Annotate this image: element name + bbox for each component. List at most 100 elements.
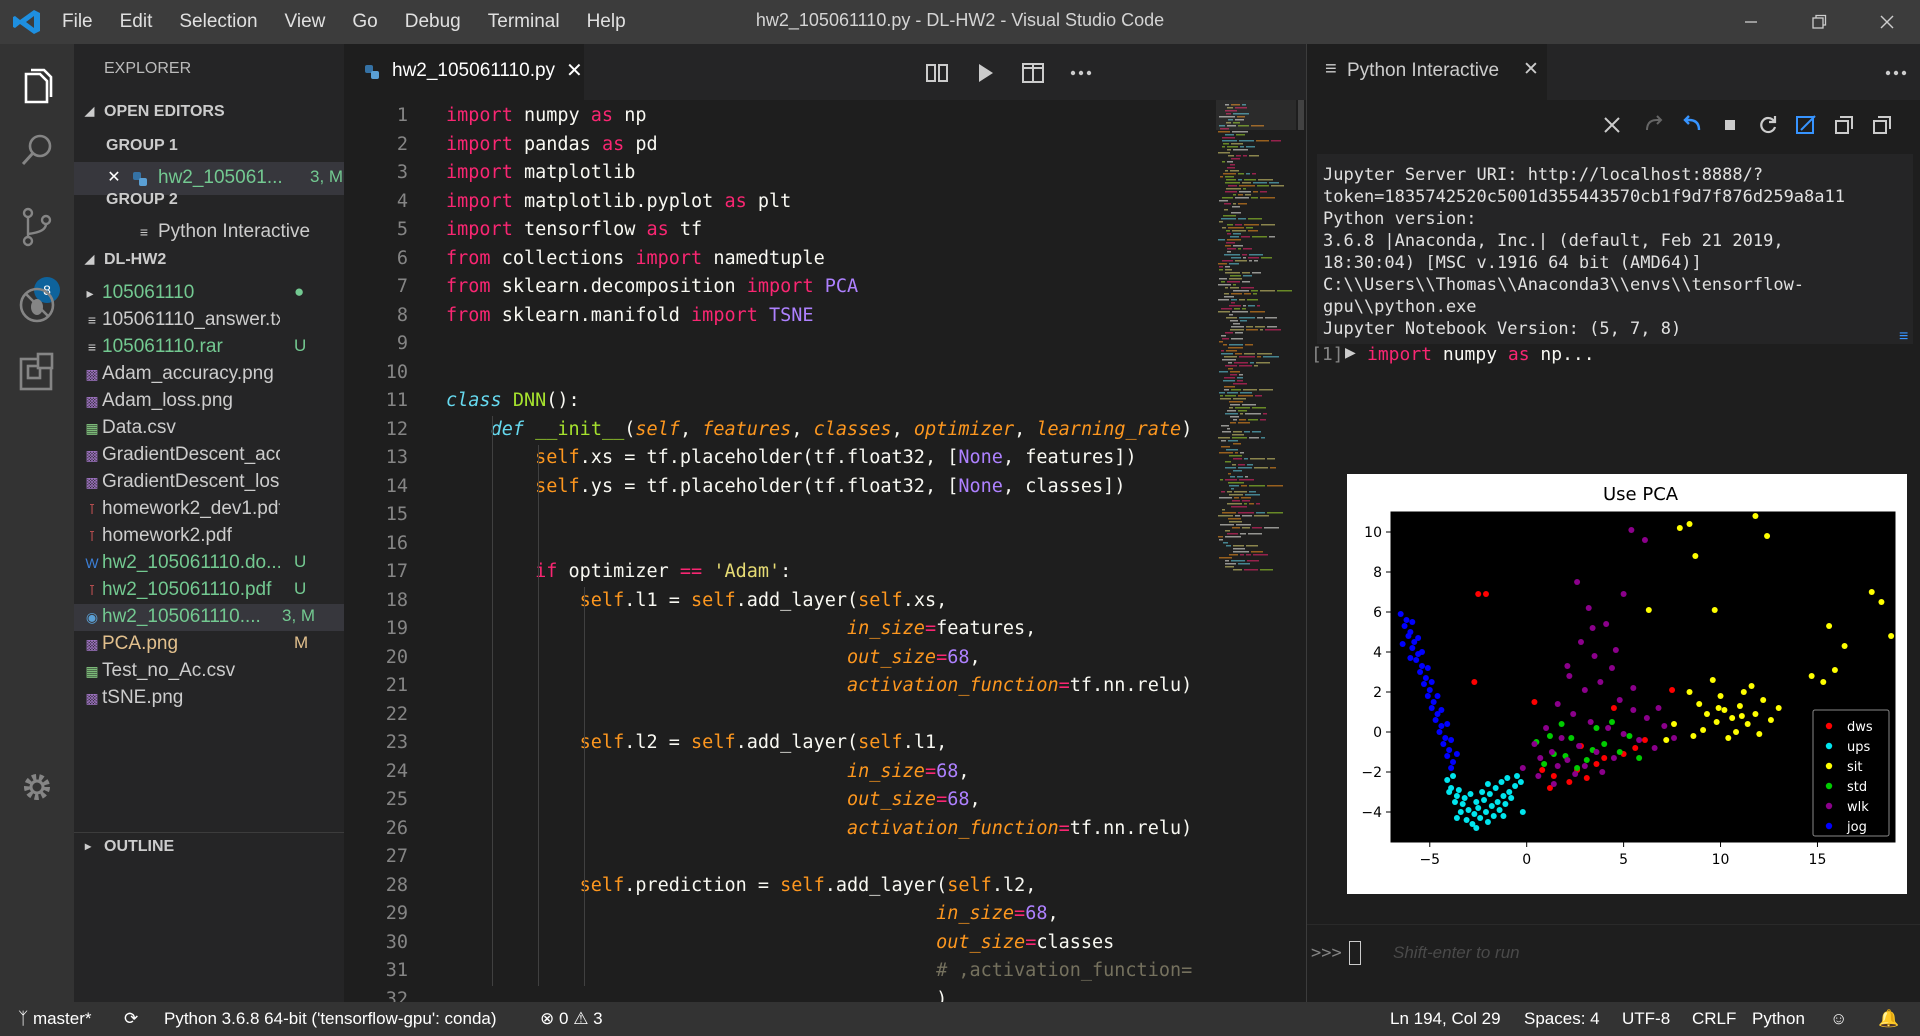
file-item[interactable]: ▩ tSNE.png bbox=[74, 685, 344, 712]
data-point-jog bbox=[1428, 705, 1435, 711]
data-point-ups bbox=[1502, 801, 1509, 807]
minimap-line bbox=[1253, 191, 1258, 193]
file-item[interactable]: ⊺ hw2_105061110.pdf U bbox=[74, 577, 344, 604]
file-item[interactable]: ≡ 105061110_answer.txt bbox=[74, 307, 344, 334]
open-editor-python-interactive[interactable]: ≡ Python Interactive bbox=[74, 216, 344, 249]
undo-icon[interactable] bbox=[1679, 112, 1705, 138]
data-point-wlk bbox=[1548, 749, 1555, 755]
editor-scrollbar[interactable] bbox=[1296, 100, 1306, 1002]
interactive-input[interactable]: >>> Shift-enter to run bbox=[1307, 924, 1920, 985]
tab-hw2-py[interactable]: hw2_105061110.py ✕ bbox=[344, 44, 584, 100]
search-icon[interactable] bbox=[14, 128, 60, 174]
run-icon[interactable] bbox=[972, 60, 998, 86]
minimap-line bbox=[1227, 281, 1240, 283]
export-notebook-icon[interactable] bbox=[1793, 112, 1819, 138]
minimap-line bbox=[1228, 482, 1244, 484]
explorer-icon[interactable] bbox=[14, 64, 60, 110]
source-control-icon[interactable] bbox=[14, 204, 60, 250]
restore-button[interactable] bbox=[1788, 0, 1850, 44]
file-item[interactable]: ⊺ homework2_dev1.pdf bbox=[74, 496, 344, 523]
minimap-line bbox=[1234, 497, 1239, 499]
data-point-wlk bbox=[1616, 697, 1623, 703]
close-icon[interactable]: ✕ bbox=[106, 169, 122, 187]
menu-help[interactable]: Help bbox=[587, 11, 626, 33]
more-actions-icon[interactable] bbox=[1883, 60, 1909, 86]
notifications-bell-icon[interactable]: 🔔 bbox=[1878, 1009, 1899, 1029]
pca-scatter-chart: Use PCA −5 0 5 10 15 −4 −2 0 2 4 6 8 10 dws ups sit std wl… bbox=[1347, 474, 1907, 894]
file-item[interactable]: ▸ 105061110 ● bbox=[74, 280, 344, 307]
minimap-line bbox=[1233, 431, 1242, 433]
feedback-smiley-icon[interactable]: ☺ bbox=[1830, 1009, 1847, 1029]
file-item[interactable]: ◉ hw2_105061110.... 3, M bbox=[74, 604, 344, 631]
dl-hw2-folder[interactable]: ◢ DL-HW2 bbox=[74, 246, 344, 276]
file-item[interactable]: ▩ PCA.png M bbox=[74, 631, 344, 658]
restart-kernel-icon[interactable] bbox=[1755, 112, 1781, 138]
menu-edit[interactable]: Edit bbox=[120, 11, 153, 33]
language-mode[interactable]: Python bbox=[1752, 1009, 1805, 1029]
open-editors-section[interactable]: ◢ OPEN EDITORS bbox=[74, 98, 344, 128]
close-tab-icon[interactable]: ✕ bbox=[566, 58, 583, 83]
x-tick-label: −5 bbox=[1419, 852, 1440, 868]
data-point-dws bbox=[1669, 687, 1676, 693]
menu-go[interactable]: Go bbox=[352, 11, 377, 33]
more-actions-icon[interactable] bbox=[1068, 60, 1094, 86]
scrollbar-thumb[interactable] bbox=[1298, 100, 1304, 130]
branch-indicator[interactable]: ᛉ master* bbox=[18, 1009, 92, 1029]
menu-file[interactable]: File bbox=[62, 11, 93, 33]
menu-view[interactable]: View bbox=[285, 11, 326, 33]
code-area[interactable]: 1 import numpy as np 2 import pandas as pd 3… bbox=[344, 100, 1216, 1002]
code-token: self bbox=[579, 874, 625, 896]
minimap-line bbox=[1230, 164, 1235, 166]
interrupt-kernel-icon[interactable] bbox=[1717, 112, 1743, 138]
compare-changes-icon[interactable] bbox=[924, 60, 950, 86]
clear-all-icon[interactable] bbox=[1599, 112, 1625, 138]
close-tab-icon[interactable]: ✕ bbox=[1523, 58, 1539, 81]
chevron-right-icon[interactable]: ▶ bbox=[1345, 344, 1356, 361]
file-item[interactable]: ⊺ homework2.pdf bbox=[74, 523, 344, 550]
minimap-line bbox=[1260, 290, 1275, 292]
data-point-ups bbox=[1488, 803, 1495, 809]
file-item[interactable]: ▩ Adam_accuracy.png bbox=[74, 361, 344, 388]
minimap[interactable] bbox=[1216, 100, 1296, 1002]
file-item[interactable]: ▩GradientDescent_accur... bbox=[74, 442, 344, 469]
python-interpreter[interactable]: Python 3.6.8 64-bit ('tensorflow-gpu': c… bbox=[164, 1009, 497, 1029]
menu-selection[interactable]: Selection bbox=[179, 11, 257, 33]
file-item[interactable]: ▩ Adam_loss.png bbox=[74, 388, 344, 415]
problems-indicator[interactable]: ⊗ 0 ⚠ 3 bbox=[540, 1009, 603, 1029]
collapse-output-icon[interactable]: ≡ bbox=[1899, 328, 1908, 346]
encoding[interactable]: UTF-8 bbox=[1622, 1009, 1670, 1029]
redo-icon[interactable] bbox=[1641, 112, 1667, 138]
minimap-line bbox=[1239, 317, 1255, 319]
close-window-button[interactable] bbox=[1856, 0, 1918, 44]
collapse-all-icon[interactable] bbox=[1831, 112, 1857, 138]
code-line: 4 import matplotlib.pyplot as plt bbox=[344, 188, 1216, 216]
data-point-wlk bbox=[1550, 781, 1557, 787]
tab-python-interactive[interactable]: ≡ Python Interactive ✕ bbox=[1307, 44, 1547, 100]
minimap-viewport[interactable] bbox=[1216, 100, 1296, 130]
split-editor-icon[interactable] bbox=[1020, 60, 1046, 86]
minimize-button[interactable] bbox=[1720, 0, 1782, 44]
outline-label: OUTLINE bbox=[104, 838, 175, 855]
settings-gear-icon[interactable] bbox=[14, 764, 60, 810]
file-item[interactable]: Whw2_105061110.do... U bbox=[74, 550, 344, 577]
indentation[interactable]: Spaces: 4 bbox=[1524, 1009, 1600, 1029]
expand-all-icon[interactable] bbox=[1869, 112, 1895, 138]
extensions-icon[interactable] bbox=[14, 350, 60, 396]
code-token: self bbox=[579, 732, 625, 753]
sync-icon[interactable]: ⟳ bbox=[124, 1009, 138, 1029]
data-point-ups bbox=[1467, 791, 1474, 797]
line-ending[interactable]: CRLF bbox=[1692, 1009, 1736, 1029]
file-item[interactable]: ≡ 105061110.rar U bbox=[74, 334, 344, 361]
file-item[interactable]: ▦ Data.csv bbox=[74, 415, 344, 442]
outline-section[interactable]: ▸ OUTLINE bbox=[74, 832, 344, 863]
debug-icon[interactable] bbox=[14, 282, 60, 328]
data-point-sit bbox=[1715, 705, 1722, 711]
indent-guide bbox=[538, 444, 539, 986]
menu-debug[interactable]: Debug bbox=[405, 11, 461, 33]
menu-terminal[interactable]: Terminal bbox=[488, 11, 560, 33]
minimap-line bbox=[1222, 359, 1236, 361]
cursor-position[interactable]: Ln 194, Col 29 bbox=[1390, 1009, 1501, 1029]
file-item[interactable]: ▦ Test_no_Ac.csv bbox=[74, 658, 344, 685]
file-item[interactable]: ▩GradientDescent_loss.p... bbox=[74, 469, 344, 496]
